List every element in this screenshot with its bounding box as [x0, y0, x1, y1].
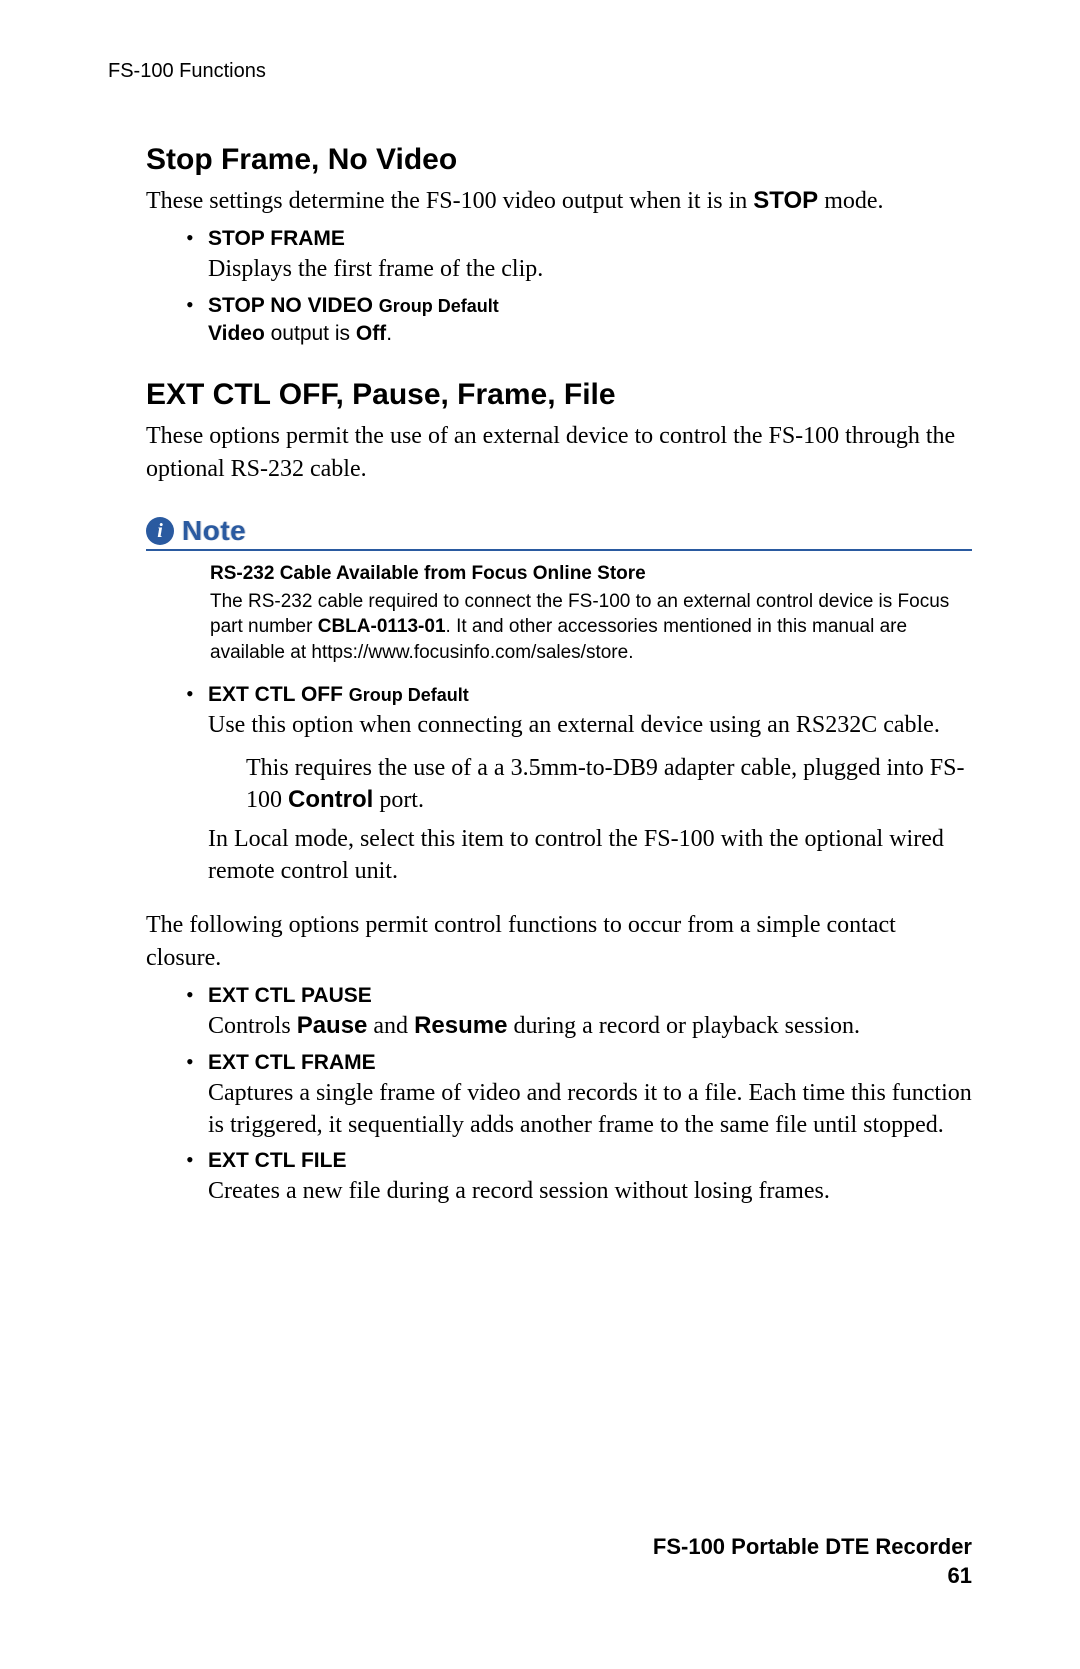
note-header: i Note: [146, 515, 972, 551]
note-label: Note: [182, 515, 246, 547]
bullet-ext-ctl-file: EXT CTL FILE Creates a new file during a…: [186, 1149, 972, 1207]
intro-text: These settings determine the FS-100 vide…: [146, 185, 972, 217]
note-title: RS-232 Cable Available from Focus Online…: [210, 561, 962, 587]
bullet-body: Controls Pause and Resume during a recor…: [208, 1010, 972, 1042]
bullet-list-2: EXT CTL OFF Group Default Use this optio…: [186, 683, 972, 741]
bullet-body: Displays the first frame of the clip.: [208, 253, 972, 285]
bullet-head: STOP NO VIDEO: [208, 294, 379, 317]
bullet-stop-frame: STOP FRAME Displays the first frame of t…: [186, 227, 972, 285]
bullet-body: Captures a single frame of video and rec…: [208, 1077, 972, 1142]
bullet-head: EXT CTL OFF: [208, 683, 349, 706]
bullet-list-3: EXT CTL PAUSE Controls Pause and Resume …: [186, 984, 972, 1208]
off-bold: Off: [356, 322, 386, 345]
pause-end: during a record or playback session.: [507, 1013, 860, 1039]
note-body: RS-232 Cable Available from Focus Online…: [210, 561, 962, 666]
section-ext-ctl: EXT CTL OFF, Pause, Frame, File These op…: [146, 378, 972, 1208]
footer: FS-100 Portable DTE Recorder 61: [653, 1532, 972, 1591]
bullet-body: Creates a new file during a record sessi…: [208, 1175, 972, 1207]
video-mid: output is: [265, 322, 356, 345]
bullet-list-1: STOP FRAME Displays the first frame of t…: [186, 227, 972, 348]
bullet-head: EXT CTL PAUSE: [208, 984, 372, 1007]
group-default-tag: Group Default: [349, 685, 469, 705]
control-bold: Control: [288, 786, 373, 813]
heading-ext-ctl: EXT CTL OFF, Pause, Frame, File: [146, 378, 972, 412]
note-block: i Note RS-232 Cable Available from Focus…: [146, 515, 972, 666]
intro-stop-bold: STOP: [753, 187, 818, 214]
resume-bold: Resume: [414, 1012, 507, 1039]
info-icon: i: [146, 517, 174, 545]
followup-text: The following options permit control fun…: [146, 909, 972, 974]
section-stop-frame: Stop Frame, No Video These settings dete…: [146, 143, 972, 348]
pause-bold: Pause: [297, 1012, 368, 1039]
intro-b: mode.: [818, 188, 883, 214]
intro-ext: These options permit the use of an exter…: [146, 420, 972, 485]
ext-off-body2: In Local mode, select this item to contr…: [208, 823, 972, 888]
bullet-head: STOP FRAME: [208, 227, 345, 250]
bullet-head: EXT CTL FRAME: [208, 1051, 376, 1074]
sub-b: port.: [373, 787, 424, 813]
group-default-tag: Group Default: [379, 296, 499, 316]
footer-product: FS-100 Portable DTE Recorder: [653, 1532, 972, 1562]
video-bold: Video: [208, 322, 265, 345]
bullet-stop-no-video: STOP NO VIDEO Group Default Video output…: [186, 294, 972, 348]
bullet-ext-ctl-pause: EXT CTL PAUSE Controls Pause and Resume …: [186, 984, 972, 1042]
video-end: .: [386, 322, 392, 345]
intro-a: These settings determine the FS-100 vide…: [146, 188, 753, 214]
heading-stop-frame: Stop Frame, No Video: [146, 143, 972, 177]
bullet-head: EXT CTL FILE: [208, 1149, 346, 1172]
pause-mid: and: [367, 1013, 414, 1039]
note-part-number: CBLA-0113-01: [318, 616, 446, 637]
bullet-ext-ctl-off: EXT CTL OFF Group Default Use this optio…: [186, 683, 972, 741]
sub-indent: This requires the use of a a 3.5mm-to-DB…: [246, 752, 972, 817]
running-header: FS-100 Functions: [108, 60, 972, 83]
page: FS-100 Functions Stop Frame, No Video Th…: [0, 0, 1080, 1669]
bullet-ext-ctl-frame: EXT CTL FRAME Captures a single frame of…: [186, 1051, 972, 1142]
page-number: 61: [653, 1561, 972, 1591]
bullet-body: Video output is Off.: [208, 320, 972, 348]
bullet-body: Use this option when connecting an exter…: [208, 709, 972, 741]
pause-a: Controls: [208, 1013, 297, 1039]
